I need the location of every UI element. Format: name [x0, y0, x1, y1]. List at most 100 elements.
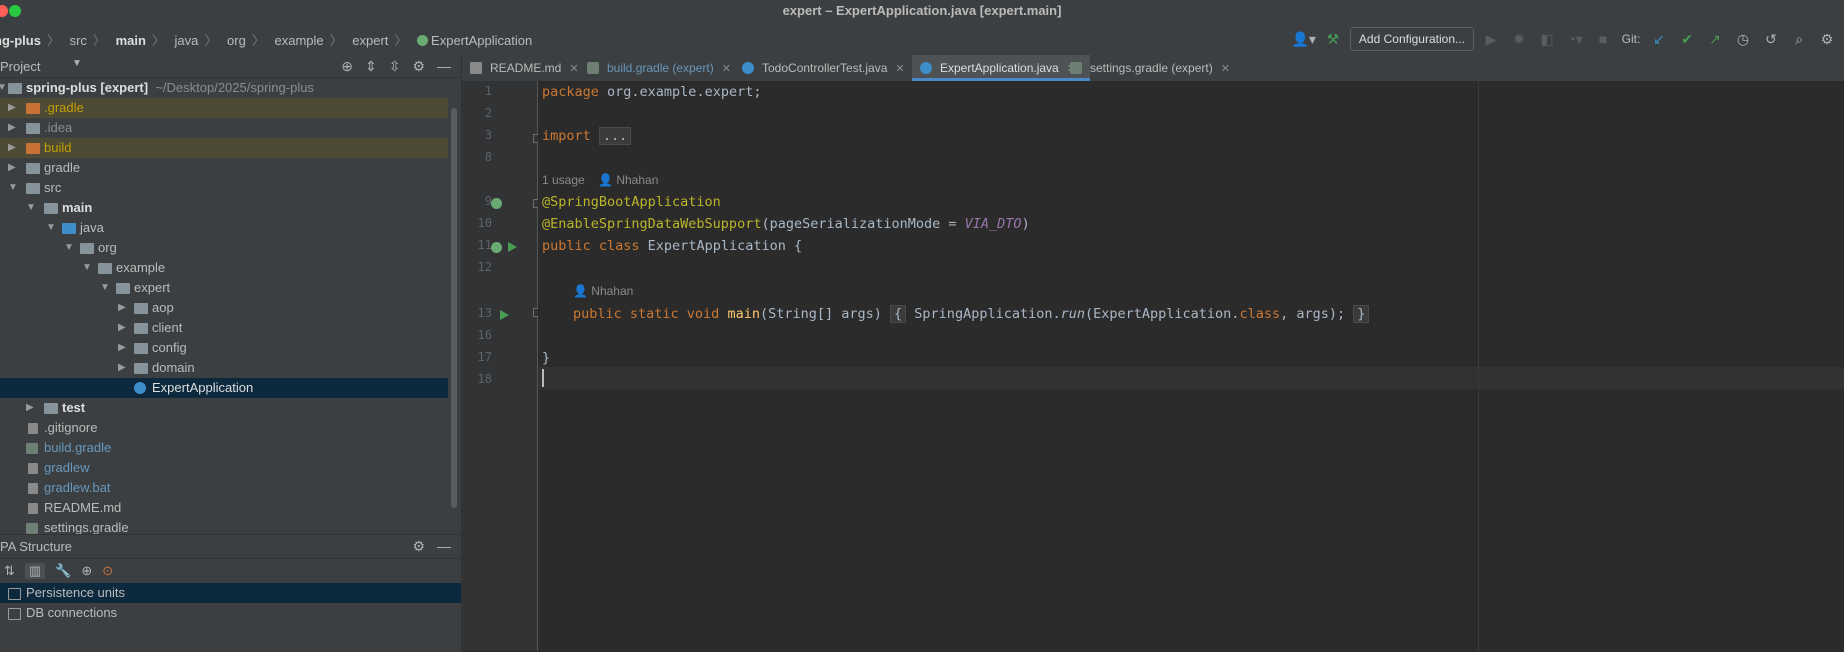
tree-item-gradle[interactable]: ▶ gradle	[0, 158, 448, 178]
tab-settings-gradle[interactable]: settings.gradle (expert) ✕	[1062, 55, 1265, 81]
tree-item-example[interactable]: ▼ example	[0, 258, 448, 278]
spring-boot-class-icon	[920, 62, 932, 74]
breadcrumb-main[interactable]: main	[116, 33, 146, 48]
minimize-icon[interactable]: —	[437, 538, 451, 555]
tree-item-aop[interactable]: ▶ aop	[0, 298, 448, 318]
tab-todo-controller-test[interactable]: TodoControllerTest.java ✕	[734, 55, 940, 81]
add-configuration-button[interactable]: Add Configuration...	[1349, 27, 1474, 51]
author-icon: 👤	[598, 173, 613, 187]
user-icon[interactable]: 👤▾	[1291, 28, 1315, 50]
breadcrumb-expert[interactable]: expert	[352, 33, 388, 48]
tree-item-label: client	[152, 320, 183, 335]
right-margin-guide	[1478, 81, 1479, 651]
tree-item-readme[interactable]: README.md	[0, 498, 448, 518]
folder-icon	[44, 203, 58, 214]
code-line: @EnableSpringDataWebSupport(pageSerializ…	[542, 216, 1030, 232]
tree-item-expert[interactable]: ▼ expert	[0, 278, 448, 298]
close-icon[interactable]: ✕	[722, 63, 731, 75]
breadcrumb-java[interactable]: java	[175, 33, 199, 48]
run-icon[interactable]: ▶	[1480, 28, 1502, 50]
package-icon	[134, 323, 148, 334]
target-icon[interactable]: ⊕	[81, 563, 92, 579]
jpa-panel-title[interactable]: PA Structure	[0, 539, 72, 554]
project-panel-title[interactable]: Project	[0, 59, 40, 74]
build-hammer-icon[interactable]: ⚒	[1322, 28, 1344, 50]
close-icon[interactable]: ✕	[895, 63, 904, 75]
collapse-all-icon[interactable]: ⇳	[389, 58, 401, 75]
tree-item-gradlew-bat[interactable]: gradlew.bat	[0, 478, 448, 498]
sort-icon[interactable]: ⇅	[4, 563, 15, 579]
tree-item-idea[interactable]: ▶ .idea	[0, 118, 448, 138]
tree-item-gradlew[interactable]: gradlew	[0, 458, 448, 478]
persistence-units-item[interactable]: Persistence units	[0, 583, 461, 603]
spring-bean-icon[interactable]	[491, 198, 502, 209]
author-hint[interactable]: 👤 Nhahan	[573, 284, 633, 298]
search-icon[interactable]: ⌕	[1788, 28, 1810, 50]
minimize-icon[interactable]: —	[437, 58, 451, 75]
breadcrumb-org[interactable]: org	[227, 33, 246, 48]
gear-icon[interactable]: ⚙	[412, 58, 425, 75]
run-gutter-icon[interactable]	[508, 242, 517, 252]
tree-item-build-gradle[interactable]: build.gradle	[0, 438, 448, 458]
git-commit-icon[interactable]: ✔	[1676, 28, 1698, 50]
db-connections-item[interactable]: DB connections	[0, 603, 461, 623]
tree-item-label: gradle	[44, 160, 81, 175]
tree-item-settings-gradle[interactable]: settings.gradle	[0, 518, 448, 535]
breadcrumb-project[interactable]: ng-plus	[0, 33, 41, 48]
tree-item-src[interactable]: ▼ src	[0, 178, 448, 198]
tree-item-org[interactable]: ▼ org	[0, 238, 448, 258]
tree-item-java[interactable]: ▼ java	[0, 218, 448, 238]
rollback-icon[interactable]: ↺	[1760, 28, 1782, 50]
editor-gutter[interactable]: 1 2 3 8 9 10 11 12 13 16 17 18	[462, 81, 538, 651]
tree-item-test[interactable]: ▶ test	[0, 398, 448, 418]
close-icon[interactable]: ✕	[1221, 63, 1230, 75]
locate-icon[interactable]: ⊕	[341, 58, 353, 75]
chevron-down-icon[interactable]: ▼	[72, 58, 82, 69]
tree-item-expert-application[interactable]: ExpertApplication	[0, 378, 448, 398]
tree-item-client[interactable]: ▶ client	[0, 318, 448, 338]
history-icon[interactable]: ◷	[1732, 28, 1754, 50]
persistence-icon	[8, 588, 21, 600]
current-line-highlight	[538, 367, 1844, 389]
run-gutter-icon[interactable]	[500, 310, 509, 320]
debug-icon[interactable]: ✹	[1508, 28, 1530, 50]
tree-item-domain[interactable]: ▶ domain	[0, 358, 448, 378]
spring-boot-class-icon	[134, 382, 146, 394]
breadcrumb-src[interactable]: src	[70, 33, 87, 48]
excluded-folder-icon	[26, 143, 40, 154]
code-editor[interactable]: package org.example.expert; import ... 1…	[538, 81, 1844, 651]
settings-gear-icon[interactable]: ⚙	[1816, 28, 1838, 50]
wrench-icon[interactable]: 🔧	[55, 563, 71, 579]
line-number: 17	[477, 350, 492, 364]
breadcrumb-file[interactable]: ExpertApplication	[431, 33, 532, 48]
file-icon	[28, 463, 38, 474]
file-icon	[28, 423, 38, 434]
spring-bean-icon[interactable]	[491, 242, 502, 253]
tree-item-gitignore[interactable]: .gitignore	[0, 418, 448, 438]
tree-item-build[interactable]: ▶ build	[0, 138, 448, 158]
gradle-elephant-icon	[1070, 62, 1082, 74]
tree-item-main[interactable]: ▼ main	[0, 198, 448, 218]
tree-item-config[interactable]: ▶ config	[0, 338, 448, 358]
tree-item-label: org	[98, 240, 117, 255]
columns-icon[interactable]: ▥	[24, 563, 46, 579]
line-number: 1	[484, 84, 492, 98]
profile-icon[interactable]: ◔▾	[1564, 28, 1586, 50]
stop-icon[interactable]: ■	[1592, 28, 1614, 50]
breadcrumb-example[interactable]: example	[274, 33, 323, 48]
close-icon[interactable]: ✕	[569, 63, 578, 75]
view-icon[interactable]: ⊙	[102, 563, 113, 579]
usage-hint[interactable]: 1 usage 👤 Nhahan	[542, 173, 658, 187]
tree-item-dot-gradle[interactable]: ▶ .gradle	[0, 98, 448, 118]
gear-icon[interactable]: ⚙	[412, 538, 425, 555]
git-update-icon[interactable]: ↙	[1648, 28, 1670, 50]
coverage-icon[interactable]: ◧	[1536, 28, 1558, 50]
folded-imports[interactable]: ...	[598, 127, 632, 145]
project-scrollbar[interactable]	[451, 108, 457, 508]
module-folder-icon	[8, 83, 22, 94]
tree-item-root[interactable]: ▼ spring-plus [expert] ~/Desktop/2025/sp…	[0, 78, 448, 98]
code-line: public static void main(String[] args) {…	[573, 303, 1370, 325]
expand-all-icon[interactable]: ⇕	[365, 58, 377, 75]
git-push-icon[interactable]: ↗	[1704, 28, 1726, 50]
tree-item-label: gradlew	[44, 460, 90, 475]
